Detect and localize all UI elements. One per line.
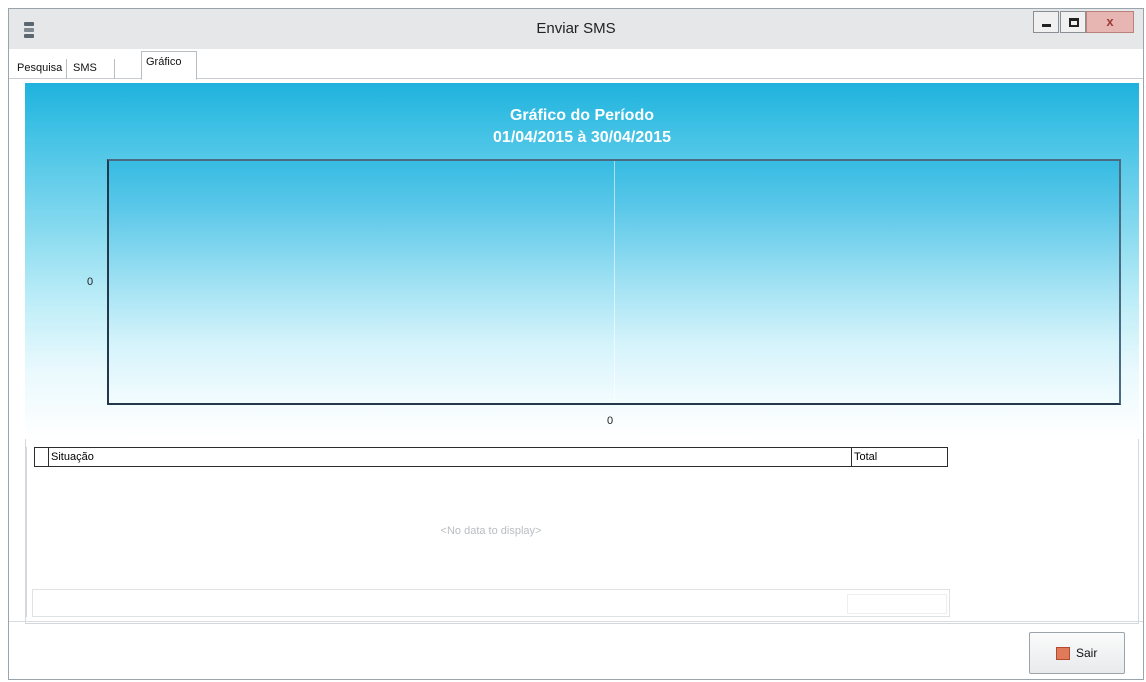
title-bar[interactable]: Enviar SMS x: [9, 9, 1143, 49]
column-header-total[interactable]: Total: [854, 451, 877, 463]
x-axis-tick-label: 0: [607, 415, 614, 427]
chart-panel: Gráfico do Período 01/04/2015 à 30/04/20…: [25, 83, 1139, 439]
sair-button-label: Sair: [1076, 646, 1098, 660]
bottom-bar: Sair: [9, 621, 1143, 681]
plot-center-gridline: [614, 161, 615, 403]
maximize-button[interactable]: [1060, 11, 1086, 33]
close-icon: x: [1106, 14, 1114, 29]
main-window: Enviar SMS x Pesquisa SMS Gráfico Gráfic…: [8, 8, 1144, 680]
column-divider[interactable]: [851, 448, 852, 466]
tab-grafico[interactable]: Gráfico: [141, 51, 197, 80]
grid-footer-total-cell: [847, 594, 947, 614]
maximize-icon: [1069, 18, 1079, 27]
tab-pesquisa[interactable]: Pesquisa: [13, 59, 67, 79]
chart-title-line1: Gráfico do Período: [509, 107, 654, 124]
row-indicator-column[interactable]: [35, 448, 49, 466]
y-axis-tick-label: 0: [87, 276, 94, 288]
close-button[interactable]: x: [1086, 11, 1134, 33]
tab-sms[interactable]: SMS: [69, 59, 115, 79]
plot-area: [107, 159, 1121, 405]
data-grid: Situação Total <No data to display>: [25, 439, 1139, 624]
grid-footer-row: [32, 589, 950, 617]
tab-strip: Pesquisa SMS Gráfico: [9, 49, 1143, 80]
minimize-icon: [1042, 24, 1051, 27]
sair-button[interactable]: Sair: [1029, 632, 1125, 674]
grid-header-row: Situação Total: [34, 447, 948, 467]
chart-title: Gráfico do Período 01/04/2015 à 30/04/20…: [25, 105, 1139, 149]
window-title: Enviar SMS: [536, 20, 616, 37]
column-header-situacao[interactable]: Situação: [51, 451, 94, 463]
exit-icon: [1056, 647, 1070, 660]
empty-grid-message: <No data to display>: [440, 525, 542, 537]
minimize-button[interactable]: [1033, 11, 1059, 33]
chart-title-line2: 01/04/2015 à 30/04/2015: [493, 129, 671, 146]
